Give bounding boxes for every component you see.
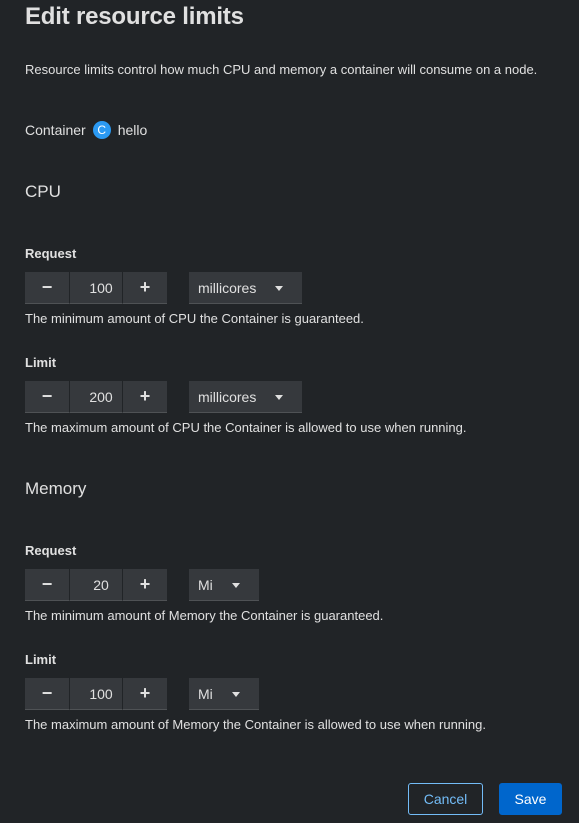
cpu-request-stepper: − +	[25, 272, 167, 304]
memory-limit-decrement-button[interactable]: −	[25, 678, 69, 710]
edit-resource-limits-modal: Edit resource limits Resource limits con…	[0, 0, 579, 823]
container-name: hello	[117, 122, 148, 138]
cpu-request-decrement-button[interactable]: −	[25, 272, 69, 304]
cpu-limit-decrement-button[interactable]: −	[25, 381, 69, 413]
modal-title: Edit resource limits	[25, 3, 244, 30]
cpu-request-label: Request	[25, 246, 77, 261]
memory-limit-increment-button[interactable]: +	[123, 678, 167, 710]
memory-limit-unit-select[interactable]: Mi	[189, 678, 259, 710]
cpu-request-input[interactable]	[69, 272, 123, 304]
cpu-limit-stepper: − +	[25, 381, 167, 413]
cpu-request-helper: The minimum amount of CPU the Container …	[25, 311, 364, 326]
cpu-request-increment-button[interactable]: +	[123, 272, 167, 304]
cpu-limit-helper: The maximum amount of CPU the Container …	[25, 420, 467, 435]
container-info: Container C hello	[25, 120, 147, 140]
memory-section-title: Memory	[25, 479, 87, 498]
cpu-limit-increment-button[interactable]: +	[123, 381, 167, 413]
cpu-limit-input[interactable]	[69, 381, 123, 413]
memory-request-stepper: − +	[25, 569, 167, 601]
memory-request-unit-value: Mi	[198, 576, 213, 593]
memory-request-input[interactable]	[69, 569, 123, 601]
memory-request-decrement-button[interactable]: −	[25, 569, 69, 601]
memory-request-label: Request	[25, 543, 77, 558]
cancel-button[interactable]: Cancel	[408, 783, 483, 815]
memory-limit-input[interactable]	[69, 678, 123, 710]
cpu-limit-label: Limit	[25, 355, 57, 370]
container-badge-icon: C	[92, 121, 111, 139]
cpu-request-unit-select[interactable]: millicores	[189, 272, 302, 304]
cpu-request-unit-value: millicores	[198, 279, 257, 296]
memory-limit-unit-value: Mi	[198, 685, 213, 702]
caret-down-icon	[275, 395, 283, 400]
caret-down-icon	[275, 286, 283, 291]
save-button[interactable]: Save	[499, 783, 562, 815]
container-label: Container	[25, 122, 86, 138]
cpu-section-title: CPU	[25, 182, 61, 201]
memory-limit-label: Limit	[25, 652, 57, 667]
cpu-limit-unit-select[interactable]: millicores	[189, 381, 302, 413]
caret-down-icon	[232, 583, 240, 588]
memory-limit-helper: The maximum amount of Memory the Contain…	[25, 717, 486, 732]
cpu-limit-unit-value: millicores	[198, 388, 257, 405]
memory-request-helper: The minimum amount of Memory the Contain…	[25, 608, 384, 623]
memory-request-unit-select[interactable]: Mi	[189, 569, 259, 601]
modal-description: Resource limits control how much CPU and…	[25, 62, 538, 77]
memory-request-increment-button[interactable]: +	[123, 569, 167, 601]
caret-down-icon	[232, 692, 240, 697]
memory-limit-stepper: − +	[25, 678, 167, 710]
